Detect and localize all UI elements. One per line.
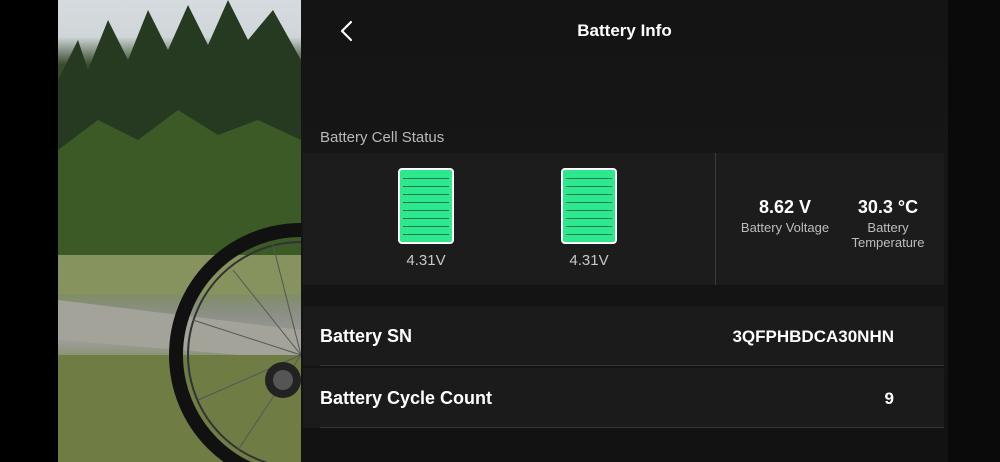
battery-voltage-label: Battery Voltage [740,220,830,235]
cell-status-card: 4.31V 4.31V 8.62 V Battery Voltage 30.3 … [303,153,944,285]
battery-sn-label: Battery SN [320,326,413,346]
row-divider [320,365,944,366]
battery-sn-value: 3QFPHBDCA30NHN [732,327,894,346]
cell-status-label: Battery Cell Status [320,129,445,146]
right-edge-bar [948,0,1000,462]
battery-cycle-count-value: 9 [884,389,894,408]
battery-cell-icon [561,168,617,244]
battery-temperature-label-2: Temperature [851,235,925,250]
battery-cycle-count-row[interactable]: Battery Cycle Count 9 [303,368,944,428]
cell-voltage: 4.31V [569,252,609,269]
battery-temperature-metric: 30.3 °C Battery Temperature [843,197,933,250]
battery-sn-row[interactable]: Battery SN 3QFPHBDCA30NHN [303,306,944,366]
battery-cell-1: 4.31V [398,168,454,269]
battery-info-panel: Battery Info Battery Cell Status 4.31V 4… [301,0,948,462]
battery-voltage-value: 8.62 V [758,197,812,217]
cell-voltage: 4.31V [406,252,446,269]
battery-cycle-count-label: Battery Cycle Count [320,388,493,408]
page-title: Battery Info [577,21,672,40]
camera-preview-image [58,0,301,462]
battery-cell-icon [398,168,454,244]
battery-voltage-metric: 8.62 V Battery Voltage [727,197,843,235]
battery-cell-2: 4.31V [561,168,617,269]
row-divider [320,427,944,428]
battery-temperature-value: 30.3 °C [857,197,919,217]
battery-temperature-label-1: Battery [867,220,909,235]
vertical-divider [715,153,716,285]
camera-preview [58,0,301,462]
